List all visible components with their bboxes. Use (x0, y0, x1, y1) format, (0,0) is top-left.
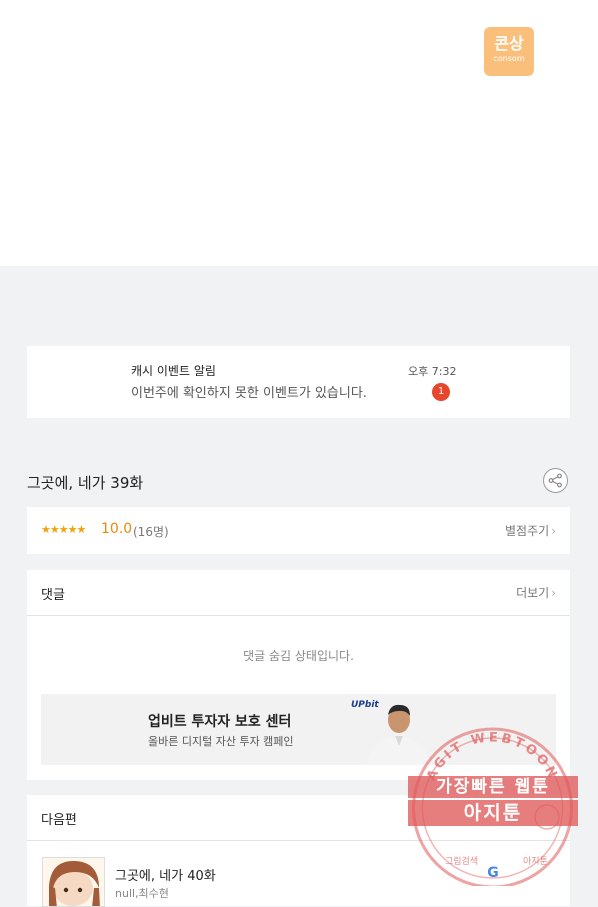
notification-time: 오후 7:32 (408, 365, 457, 378)
watermark-line2: 아지툰 (463, 802, 523, 824)
chevron-right-icon: › (551, 586, 556, 600)
more-label: 더보기 (516, 586, 550, 600)
ad-person-image (367, 704, 431, 765)
chevron-right-icon: › (551, 524, 556, 538)
next-episode-title[interactable]: 그곳에, 네가 40화 (115, 865, 216, 884)
comments-title: 댓글 (41, 588, 65, 603)
comments-section: 댓글 더보기 › 댓글 숨김 상태입니다. 업비트 투자자 보호 센터 올바른 디… (27, 570, 570, 780)
ad-title: 업비트 투자자 보호 센터 (148, 714, 292, 730)
next-episode-thumbnail[interactable] (42, 857, 105, 907)
rating-card: ★★★★★ 10.0 (16명) 별점주기 › (27, 507, 570, 554)
logo-main-text: 콘상 (494, 34, 524, 53)
share-button[interactable] (543, 468, 568, 493)
thumbnail-art (49, 860, 100, 906)
top-blank-area: 콘상 consom (0, 0, 598, 266)
comments-more-button[interactable]: 더보기 › (516, 584, 556, 601)
comments-header: 댓글 더보기 › (27, 570, 570, 616)
notification-message: 이번주에 확인하지 못한 이벤트가 있습니다. (131, 386, 367, 401)
logo-sub-text: consom (493, 54, 525, 63)
watermark-line1: 가장빠른 웹툰 (436, 777, 550, 797)
rating-score: 10.0 (101, 521, 133, 537)
cash-event-notification[interactable]: 캐시 이벤트 알림 이번주에 확인하지 못한 이벤트가 있습니다. 오후 7:3… (27, 346, 570, 418)
next-episode-label: 다음편 (41, 813, 77, 828)
notification-count-badge: 1 (432, 383, 450, 401)
star-rating-icon: ★★★★★ (41, 523, 86, 536)
rating-count: (16명) (133, 525, 169, 539)
upbit-ad-banner[interactable]: 업비트 투자자 보호 센터 올바른 디지털 자산 투자 캠페인 UPbit (41, 694, 556, 765)
next-episode-author: null,최수현 (115, 887, 169, 900)
episode-title: 그곳에, 네가 39화 (27, 474, 144, 492)
rate-button-label: 별점주기 (505, 524, 550, 538)
ad-subtitle: 올바른 디지털 자산 투자 캠페인 (148, 735, 294, 748)
share-icon (548, 473, 562, 488)
rate-button[interactable]: 별점주기 › (505, 522, 556, 539)
notification-title: 캐시 이벤트 알림 (131, 364, 216, 378)
comments-hidden-message: 댓글 숨김 상태입니다. (243, 649, 354, 663)
consom-logo[interactable]: 콘상 consom (484, 27, 534, 76)
